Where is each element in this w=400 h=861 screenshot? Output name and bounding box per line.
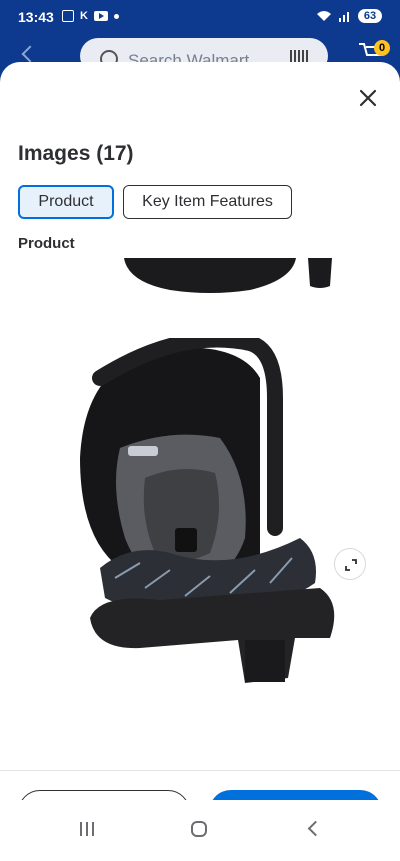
cart-count-badge: 0 — [374, 40, 390, 56]
status-right: 63 — [316, 9, 382, 23]
status-time: 13:43 — [18, 9, 54, 25]
section-label: Product — [18, 235, 75, 252]
notification-icons: K — [62, 10, 119, 22]
signal-icon — [339, 12, 349, 22]
expand-image-button[interactable] — [334, 548, 366, 580]
back-arrow-icon — [21, 45, 39, 63]
expand-icon — [345, 559, 357, 571]
home-icon[interactable] — [191, 821, 207, 837]
sheet-title: Images (17) — [18, 142, 134, 165]
system-nav-bar — [0, 800, 400, 857]
images-sheet: Images (17) Product Key Item Features Pr… — [0, 62, 400, 861]
status-bar: 13:43 K 63 — [0, 0, 400, 36]
screenshot-icon — [62, 10, 74, 22]
car-seat-product-image[interactable] — [60, 338, 350, 698]
battery-badge: 63 — [358, 9, 382, 23]
recent-apps-icon[interactable] — [80, 822, 94, 836]
previous-product-image[interactable] — [0, 258, 400, 318]
back-icon[interactable] — [307, 820, 324, 837]
k-app-icon: K — [80, 10, 88, 22]
tab-key-item-features[interactable]: Key Item Features — [123, 185, 292, 219]
tab-product[interactable]: Product — [18, 185, 114, 219]
youtube-icon — [93, 11, 108, 21]
wifi-icon — [317, 11, 331, 21]
close-icon[interactable] — [356, 86, 380, 110]
image-gallery[interactable] — [0, 258, 400, 708]
dot-icon — [113, 13, 119, 19]
